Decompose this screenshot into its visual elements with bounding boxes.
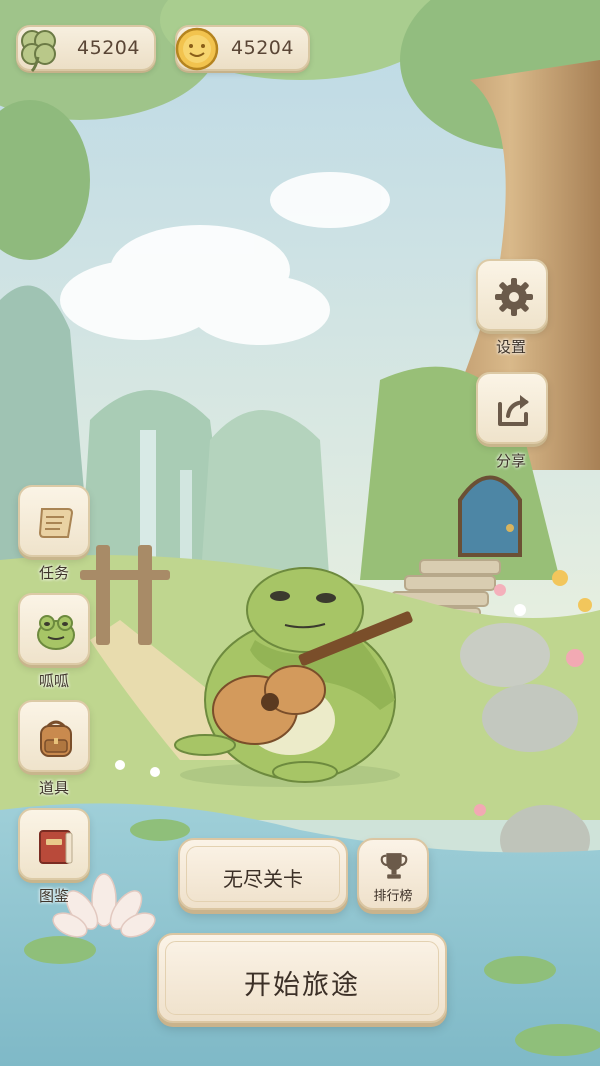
gear-icon: [495, 278, 533, 316]
coin-icon: [175, 27, 219, 71]
clover-counter: 45204: [16, 25, 156, 73]
trophy-icon: [380, 853, 408, 879]
collection-button[interactable]: [18, 808, 90, 880]
leaderboard-label: 排行榜: [373, 889, 413, 904]
settings-button[interactable]: [476, 259, 548, 331]
frog-face-icon: [37, 615, 75, 650]
share-icon: [498, 395, 529, 426]
collection-label: 图鉴: [38, 887, 69, 905]
scroll-icon: [38, 508, 74, 538]
clover-icon: [21, 30, 56, 73]
book-icon: [39, 830, 73, 864]
items-label: 道具: [38, 779, 69, 797]
settings-label: 设置: [495, 338, 526, 356]
coin-count: 45204: [231, 37, 294, 59]
leaderboard-button[interactable]: 排行榜: [357, 838, 429, 910]
start-journey-label: 开始旅途: [244, 970, 360, 1001]
clover-count: 45204: [77, 37, 140, 59]
share-button[interactable]: [476, 372, 548, 444]
coin-counter: 45204: [175, 25, 310, 71]
tasks-label: 任务: [38, 564, 69, 582]
items-button[interactable]: [18, 700, 90, 772]
share-label: 分享: [495, 452, 526, 470]
endless-mode-button[interactable]: 无尽关卡: [178, 838, 348, 910]
endless-mode-label: 无尽关卡: [223, 867, 303, 891]
start-journey-button[interactable]: 开始旅途: [157, 933, 447, 1023]
frog-label: 呱呱: [38, 672, 69, 690]
backpack-icon: [40, 720, 72, 757]
frog-button[interactable]: [18, 593, 90, 665]
tasks-button[interactable]: [18, 485, 90, 557]
